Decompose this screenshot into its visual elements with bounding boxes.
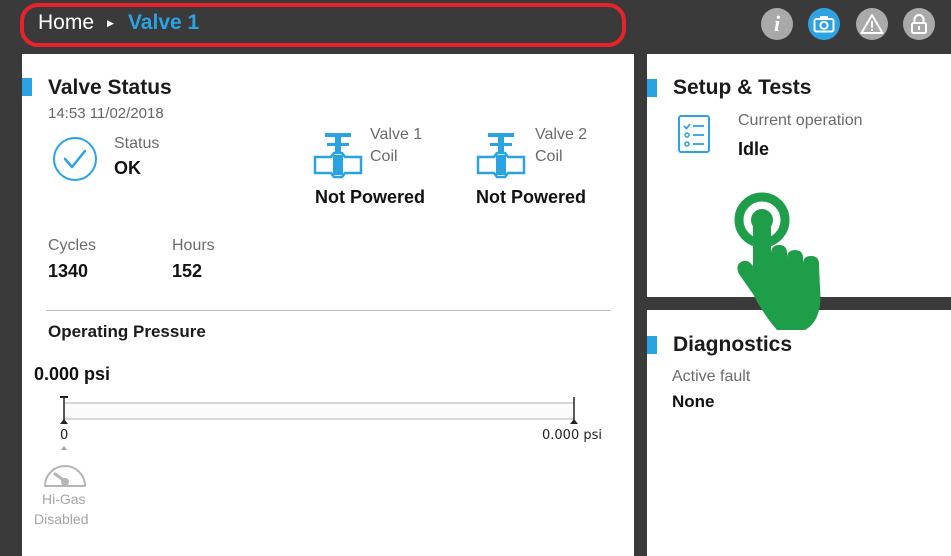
- higas-label: Hi-Gas: [42, 491, 86, 507]
- higas-status: Disabled: [34, 511, 89, 527]
- pressure-scale: [60, 396, 578, 450]
- status-label: Status: [114, 135, 160, 152]
- checklist-icon: [678, 115, 710, 153]
- valve-1-coil-label: Coil: [370, 148, 398, 165]
- lock-icon: [911, 14, 927, 34]
- lock-button[interactable]: [903, 8, 935, 40]
- warning-button[interactable]: [856, 8, 888, 40]
- hours-value: 152: [172, 261, 203, 281]
- operating-pressure-title: Operating Pressure: [48, 322, 206, 341]
- diagnostics-title: Diagnostics: [673, 333, 793, 356]
- status-timestamp: 14:53 11/02/2018: [48, 105, 164, 122]
- section-marker: [647, 79, 657, 97]
- cycles-label: Cycles: [48, 237, 97, 254]
- breadcrumb-separator-icon: ▶: [107, 17, 114, 28]
- status-ok-icon: [53, 137, 97, 181]
- warning-icon: [860, 14, 884, 34]
- status-value: OK: [114, 158, 141, 178]
- section-marker: [22, 78, 32, 96]
- valve-2-label: Valve 2: [535, 126, 588, 143]
- touch-hand-icon: [734, 192, 821, 330]
- active-fault-value: None: [672, 392, 715, 411]
- diagnostics-panel[interactable]: Diagnostics Active fault None: [647, 310, 951, 556]
- valve-2-icon: [476, 133, 526, 179]
- cycles-value: 1340: [48, 261, 89, 281]
- setup-tests-title: Setup & Tests: [673, 76, 812, 99]
- valve-1-icon: [313, 133, 363, 179]
- breadcrumb-current: Valve 1: [127, 11, 200, 34]
- breadcrumb-home[interactable]: Home: [38, 11, 94, 35]
- valve-2-value: Not Powered: [476, 187, 587, 207]
- camera-button[interactable]: [808, 8, 840, 40]
- camera-icon: [813, 16, 835, 33]
- valve-status-panel[interactable]: Valve Status 14:53 11/02/2018 Status OK …: [22, 54, 634, 556]
- pressure-value: 0.000 psi: [34, 364, 111, 384]
- info-icon: i: [773, 11, 781, 36]
- breadcrumb: Home ▶ Valve 1: [38, 11, 199, 35]
- top-bar: Home ▶ Valve 1 i: [0, 0, 951, 50]
- current-operation-value: Idle: [738, 139, 770, 159]
- info-button[interactable]: i: [761, 8, 793, 40]
- section-marker: [647, 336, 657, 354]
- current-operation-label: Current operation: [738, 112, 863, 129]
- scale-min-label: 0: [60, 428, 69, 443]
- valve-1-value: Not Powered: [315, 187, 426, 207]
- valve-2-coil-label: Coil: [535, 148, 563, 165]
- active-fault-label: Active fault: [672, 368, 751, 385]
- hours-label: Hours: [172, 237, 215, 254]
- gauge-icon: [44, 465, 86, 487]
- divider: [46, 310, 611, 311]
- scale-max-label: 0.000 psi: [542, 428, 602, 443]
- valve-status-title: Valve Status: [48, 76, 172, 99]
- valve-1-label: Valve 1: [370, 126, 423, 143]
